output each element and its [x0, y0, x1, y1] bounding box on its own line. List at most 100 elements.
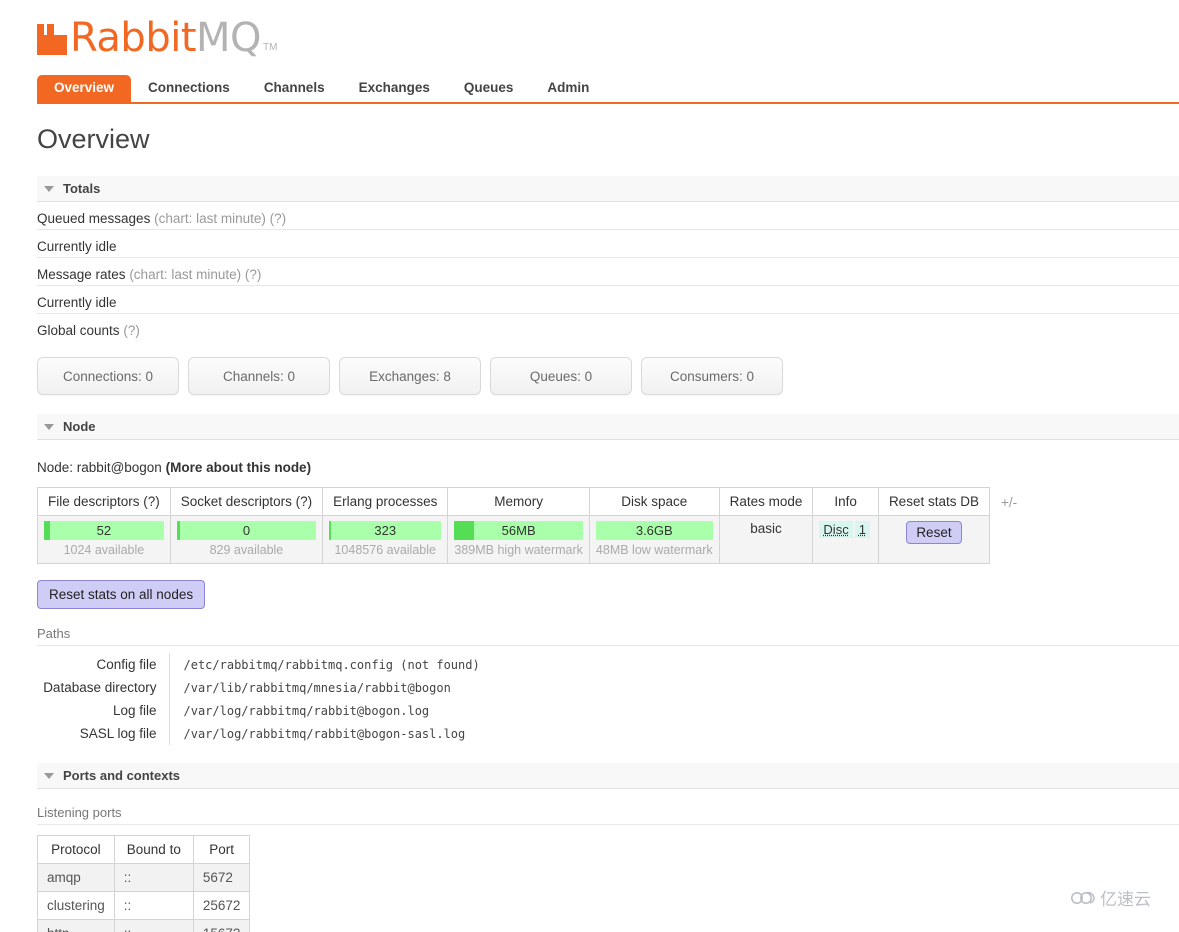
count-queues-button[interactable]: Queues: 0	[490, 357, 632, 395]
row-message-rates-status: Currently idle	[37, 286, 1179, 314]
queued-messages-label: Queued messages	[37, 211, 151, 226]
col-protocol: Protocol	[37, 835, 115, 864]
disk-space-value: 3.6GB	[635, 523, 673, 538]
global-counts-note[interactable]: (?)	[123, 323, 140, 338]
logo-text-rabbit: Rabbit	[70, 15, 197, 61]
more-about-node-link[interactable]: (More about this node)	[166, 460, 312, 475]
col-disk-space: Disk space	[588, 487, 720, 516]
row-queued-messages-status: Currently idle	[37, 230, 1179, 258]
count-consumers-button[interactable]: Consumers: 0	[641, 357, 783, 395]
table-row: SASL log file /var/log/rabbitmq/rabbit@b…	[37, 722, 480, 745]
node-table-wrap: File descriptors (?) Socket descriptors …	[37, 487, 1179, 564]
message-rates-note[interactable]: (chart: last minute) (?)	[129, 267, 261, 282]
disk-space-sub: 48MB low watermark	[595, 543, 713, 557]
node-name: rabbit@bogon	[76, 460, 162, 475]
section-header-totals[interactable]: Totals	[37, 176, 1179, 202]
queued-messages-note[interactable]: (chart: last minute) (?)	[154, 211, 286, 226]
info-badge-count[interactable]: 1	[854, 521, 870, 538]
file-descriptors-value: 52	[96, 523, 112, 538]
cell-rates-mode: basic	[718, 515, 814, 564]
tab-exchanges[interactable]: Exchanges	[342, 75, 447, 102]
col-port: Port	[192, 835, 251, 864]
table-row: http :: 15672	[37, 919, 251, 932]
erlang-processes-value: 323	[374, 523, 397, 538]
app-header: Rabbit MQ TM	[0, 0, 1179, 58]
col-file-descriptors: File descriptors (?)	[37, 487, 171, 516]
cloud-icon	[1071, 891, 1095, 904]
erlang-processes-sub: 1048576 available	[334, 543, 436, 557]
cell-disk-space: 3.6GB 48MB low watermark	[588, 515, 720, 564]
col-memory: Memory	[447, 487, 590, 516]
port-protocol: amqp	[37, 863, 115, 892]
cell-file-descriptors: 52 1024 available	[37, 515, 171, 564]
row-message-rates: Message rates (chart: last minute) (?)	[37, 258, 1179, 286]
toggle-columns-link[interactable]: +/-	[1001, 495, 1017, 510]
port-protocol: http	[37, 919, 115, 932]
socket-descriptors-bar: 0	[176, 521, 317, 540]
listening-ports-table: Protocol Bound to Port amqp :: 5672 clus…	[37, 835, 251, 932]
table-row: Database directory /var/lib/rabbitmq/mne…	[37, 676, 480, 699]
chevron-down-icon	[44, 185, 54, 192]
port-bound-to: ::	[113, 863, 194, 892]
path-name-database-directory: Database directory	[37, 676, 170, 699]
section-label-node: Node	[63, 419, 96, 434]
count-channels-button[interactable]: Channels: 0	[188, 357, 330, 395]
file-descriptors-bar: 52	[44, 521, 164, 540]
node-table-header-row: File descriptors (?) Socket descriptors …	[37, 487, 990, 516]
info-badge-disc[interactable]: Disc	[819, 521, 853, 538]
cell-reset-stats-db: Reset	[877, 515, 990, 564]
ports-header-row: Protocol Bound to Port	[37, 835, 251, 864]
node-name-line: Node: rabbit@bogon (More about this node…	[37, 460, 1179, 475]
watermark-text: 亿速云	[1100, 890, 1151, 910]
tab-queues[interactable]: Queues	[447, 75, 531, 102]
logo-trademark: TM	[263, 42, 278, 53]
logo-text-mq: MQ	[196, 15, 262, 61]
tab-overview[interactable]: Overview	[37, 75, 132, 102]
col-bound-to: Bound to	[113, 835, 194, 864]
paths-table: Config file /etc/rabbitmq/rabbitmq.confi…	[37, 653, 480, 745]
reset-stats-db-button[interactable]: Reset	[906, 521, 962, 544]
cell-erlang-processes: 323 1048576 available	[322, 515, 449, 564]
page-title: Overview	[37, 124, 150, 154]
tab-admin[interactable]: Admin	[530, 75, 606, 102]
port-bound-to: ::	[113, 891, 194, 920]
count-connections-button[interactable]: Connections: 0	[37, 357, 179, 395]
port-bound-to: ::	[113, 919, 194, 932]
section-header-node[interactable]: Node	[37, 414, 1179, 440]
table-row: Config file /etc/rabbitmq/rabbitmq.confi…	[37, 653, 480, 676]
socket-descriptors-value: 0	[242, 523, 251, 538]
table-row: clustering :: 25672	[37, 891, 251, 920]
node-prefix: Node:	[37, 460, 74, 475]
section-label-ports: Ports and contexts	[63, 768, 181, 783]
message-rates-status: Currently idle	[37, 295, 117, 310]
global-counts-buttons: Connections: 0 Channels: 0 Exchanges: 8 …	[37, 357, 1179, 395]
path-name-config-file: Config file	[37, 653, 170, 676]
table-row: Log file /var/log/rabbitmq/rabbit@bogon.…	[37, 699, 480, 722]
node-table-data-row: 52 1024 available 0 829 available 323 10…	[37, 515, 990, 564]
chevron-down-icon	[44, 423, 54, 430]
tab-connections[interactable]: Connections	[131, 75, 247, 102]
reset-stats-all-nodes-button[interactable]: Reset stats on all nodes	[37, 580, 206, 609]
paths-divider	[37, 645, 1179, 646]
section-header-ports[interactable]: Ports and contexts	[37, 763, 1179, 789]
erlang-processes-bar: 323	[329, 521, 442, 540]
reset-all-wrap: Reset stats on all nodes	[37, 580, 1179, 609]
count-exchanges-button[interactable]: Exchanges: 8	[339, 357, 481, 395]
port-number: 25672	[192, 891, 251, 920]
cell-memory: 56MB 389MB high watermark	[447, 515, 590, 564]
path-value-sasl-log-file: /var/log/rabbitmq/rabbit@bogon-sasl.log	[183, 726, 466, 741]
port-protocol: clustering	[37, 891, 115, 920]
file-descriptors-sub: 1024 available	[63, 543, 145, 557]
cell-socket-descriptors: 0 829 available	[169, 515, 324, 564]
col-erlang-processes: Erlang processes	[322, 487, 449, 516]
listening-ports-label: Listening ports	[37, 805, 122, 820]
port-number: 15672	[192, 919, 251, 932]
message-rates-label: Message rates	[37, 267, 126, 282]
memory-sub: 389MB high watermark	[454, 543, 583, 557]
row-global-counts: Global counts (?)	[37, 314, 1179, 342]
row-queued-messages: Queued messages (chart: last minute) (?)	[37, 202, 1179, 230]
paths-label: Paths	[37, 626, 71, 641]
col-info: Info	[812, 487, 879, 516]
tab-channels[interactable]: Channels	[247, 75, 342, 102]
rabbit-logo-icon	[37, 24, 67, 55]
